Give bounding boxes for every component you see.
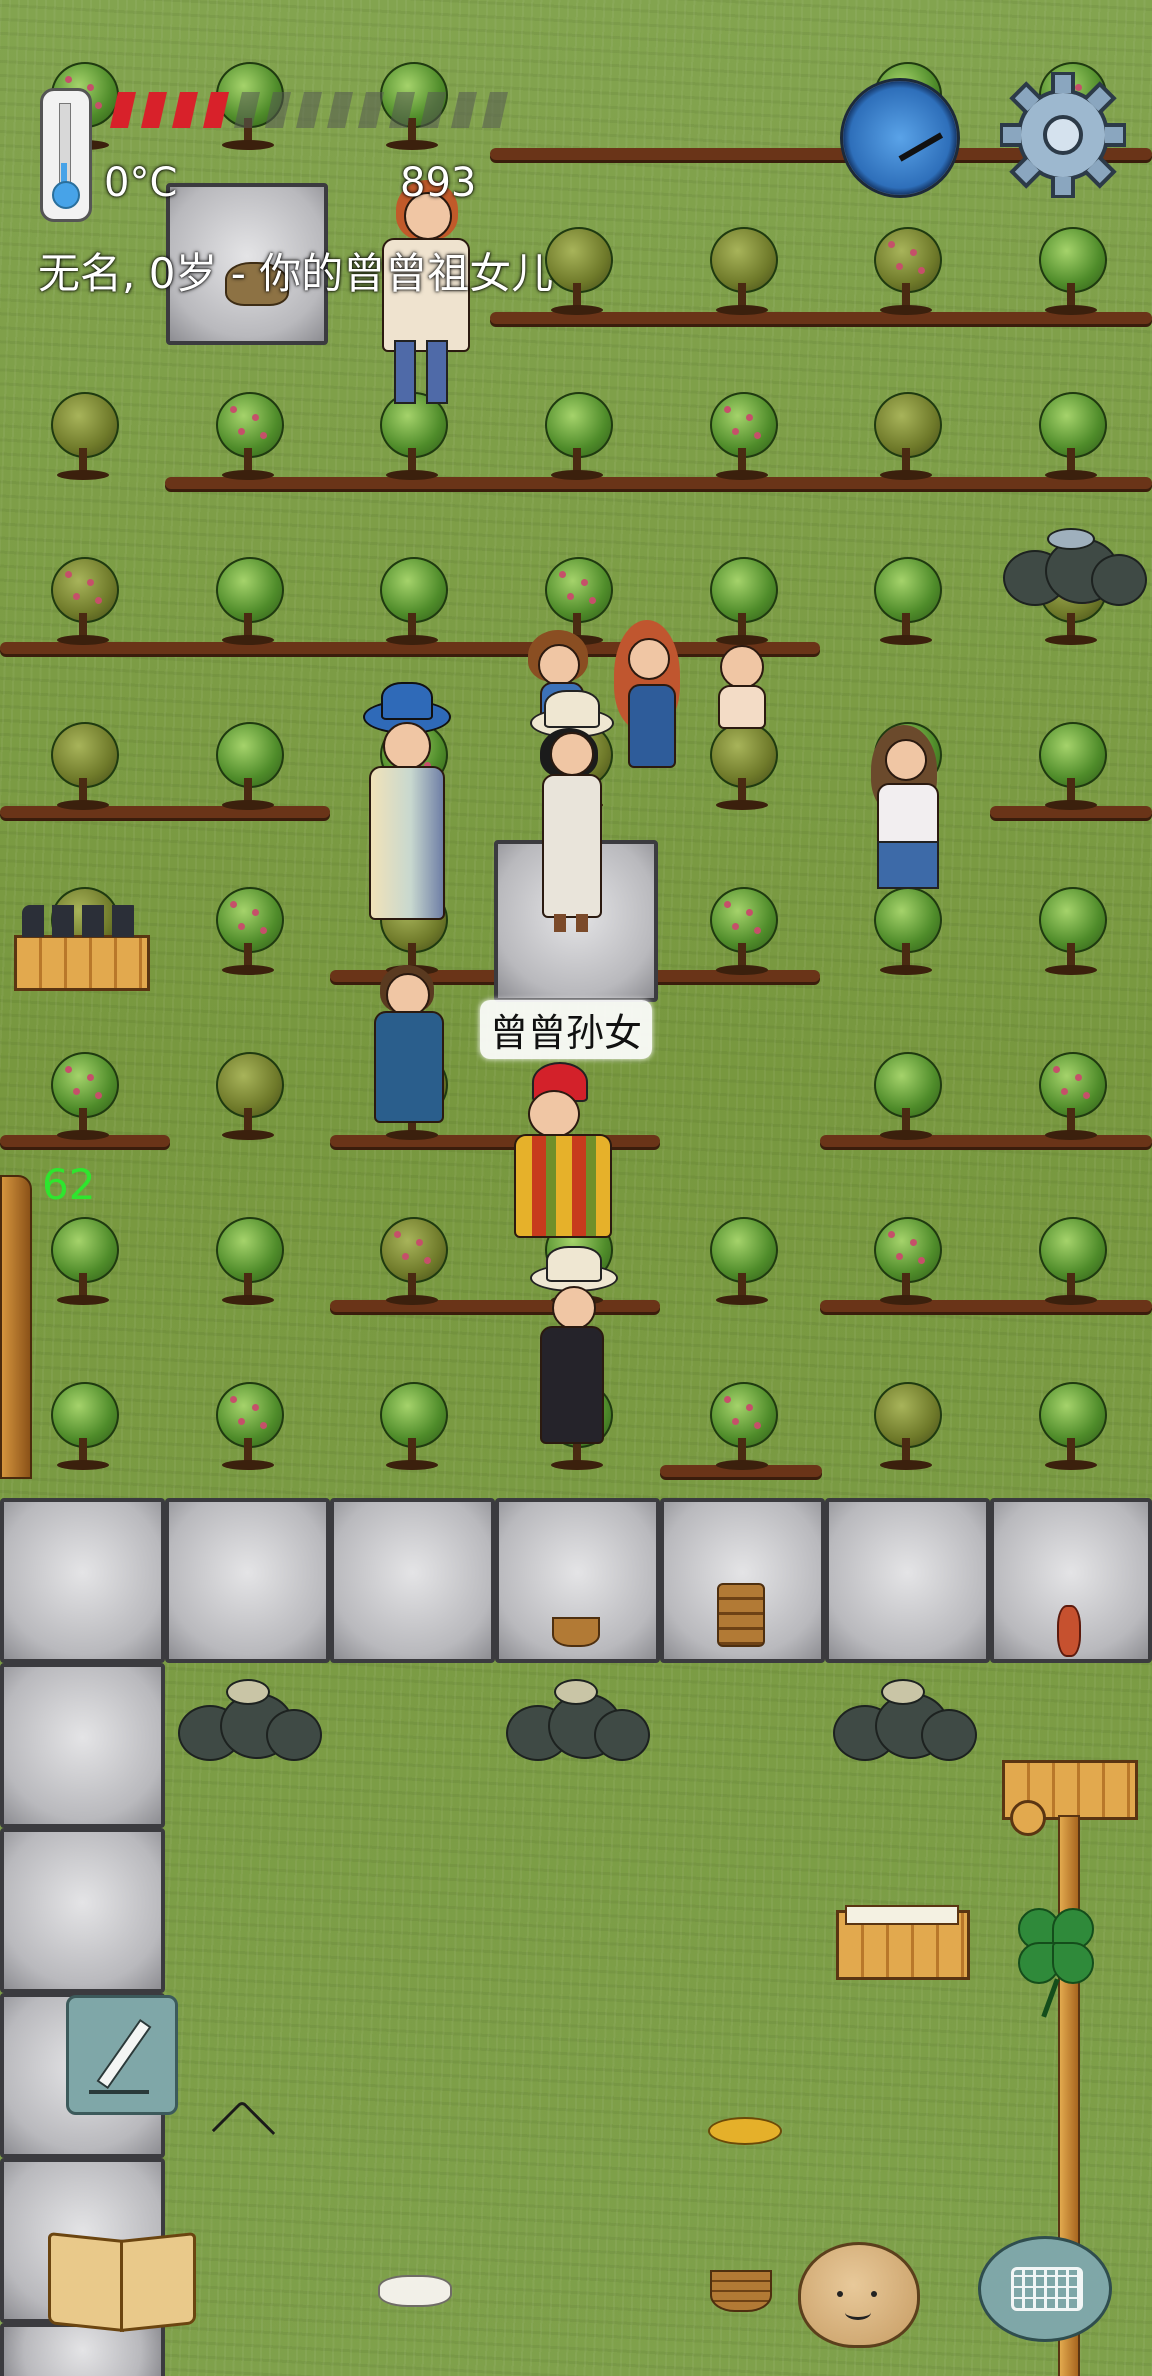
berry-bush[interactable] <box>870 1217 942 1307</box>
bone-item[interactable] <box>378 2275 452 2307</box>
stacked-baskets-item[interactable] <box>717 1583 765 1647</box>
berry-bush[interactable] <box>47 1052 119 1142</box>
berry-bush[interactable] <box>212 722 284 812</box>
stone-well[interactable] <box>498 1675 650 1765</box>
berry-bush[interactable] <box>47 1382 119 1472</box>
gear-icon[interactable] <box>999 71 1127 199</box>
fleece-item[interactable] <box>708 2117 782 2145</box>
berry-bush[interactable] <box>47 392 119 482</box>
keyboard-icon[interactable] <box>978 2236 1112 2342</box>
berry-bush[interactable] <box>706 1382 778 1472</box>
soil-row <box>165 477 1152 489</box>
bottles <box>22 905 140 937</box>
berry-bush[interactable] <box>706 557 778 647</box>
dead-rabbit-item[interactable] <box>225 262 289 306</box>
stone-well[interactable] <box>995 520 1147 610</box>
stone-well[interactable] <box>170 1675 322 1765</box>
berry-bush[interactable] <box>541 392 613 482</box>
basket-item[interactable] <box>710 2270 772 2312</box>
berry-bush[interactable] <box>1035 1217 1107 1307</box>
character-dark-robe[interactable] <box>522 1246 622 1448</box>
character-red-hair-girl[interactable] <box>610 620 690 770</box>
berry-bush[interactable] <box>212 1052 284 1142</box>
character-blue-cloak[interactable] <box>368 965 448 1125</box>
berry-bush[interactable] <box>376 1382 448 1472</box>
berry-bush[interactable] <box>212 1382 284 1472</box>
berry-bush[interactable] <box>1035 887 1107 977</box>
berry-bush[interactable] <box>706 227 778 317</box>
basket-item[interactable] <box>552 1617 600 1647</box>
berry-bush[interactable] <box>870 1052 942 1142</box>
berry-bush[interactable] <box>1035 392 1107 482</box>
berry-bush[interactable] <box>212 887 284 977</box>
character-blue-hat[interactable] <box>355 682 455 930</box>
bow-item[interactable] <box>211 2099 276 2164</box>
berry-bush[interactable] <box>47 1217 119 1307</box>
character-baby[interactable] <box>706 645 776 735</box>
berry-bush[interactable] <box>47 722 119 812</box>
berry-bush[interactable] <box>1035 1052 1107 1142</box>
berry-bush[interactable] <box>376 557 448 647</box>
stone-well[interactable] <box>825 1675 977 1765</box>
berry-bush[interactable] <box>706 1217 778 1307</box>
berry-bush[interactable] <box>706 722 778 812</box>
berry-bush[interactable] <box>706 887 778 977</box>
face-icon[interactable] <box>798 2242 920 2348</box>
berry-bush[interactable] <box>212 392 284 482</box>
character-braid-girl[interactable] <box>865 725 945 895</box>
berry-bush[interactable] <box>47 62 119 152</box>
berry-bush[interactable] <box>870 887 942 977</box>
berry-bush[interactable] <box>212 557 284 647</box>
wooden-structure <box>0 1175 32 1479</box>
berry-bush[interactable] <box>870 392 942 482</box>
berry-bush[interactable] <box>1035 227 1107 317</box>
book-icon[interactable] <box>44 2230 196 2332</box>
pencil-icon[interactable] <box>66 1995 178 2115</box>
character-elder-carrying[interactable] <box>368 180 478 410</box>
berry-bush[interactable] <box>47 557 119 647</box>
berry-item[interactable] <box>1057 1605 1081 1657</box>
berry-bush[interactable] <box>1035 1382 1107 1472</box>
compass-icon[interactable] <box>840 78 960 198</box>
name-tag-label: 曾曾孙女 <box>490 1011 643 1055</box>
berry-bush[interactable] <box>870 1382 942 1472</box>
cart-wheel <box>1010 1800 1046 1836</box>
player-character[interactable] <box>520 690 620 940</box>
berry-bush[interactable] <box>870 227 942 317</box>
berry-bush[interactable] <box>376 62 448 152</box>
berry-bush[interactable] <box>706 392 778 482</box>
berry-bush[interactable] <box>870 557 942 647</box>
crate-contents <box>845 1905 959 1925</box>
berry-bush[interactable] <box>541 227 613 317</box>
crate-with-bottles[interactable] <box>14 935 150 991</box>
berry-bush[interactable] <box>1035 722 1107 812</box>
name-tag: 曾曾孙女 <box>480 1000 653 1059</box>
berry-bush[interactable] <box>212 1217 284 1307</box>
berry-bush[interactable] <box>376 1217 448 1307</box>
character-santa-hat-baby[interactable] <box>510 1062 612 1242</box>
clover-icon[interactable] <box>1000 1898 1104 2022</box>
berry-bush[interactable] <box>212 62 284 152</box>
